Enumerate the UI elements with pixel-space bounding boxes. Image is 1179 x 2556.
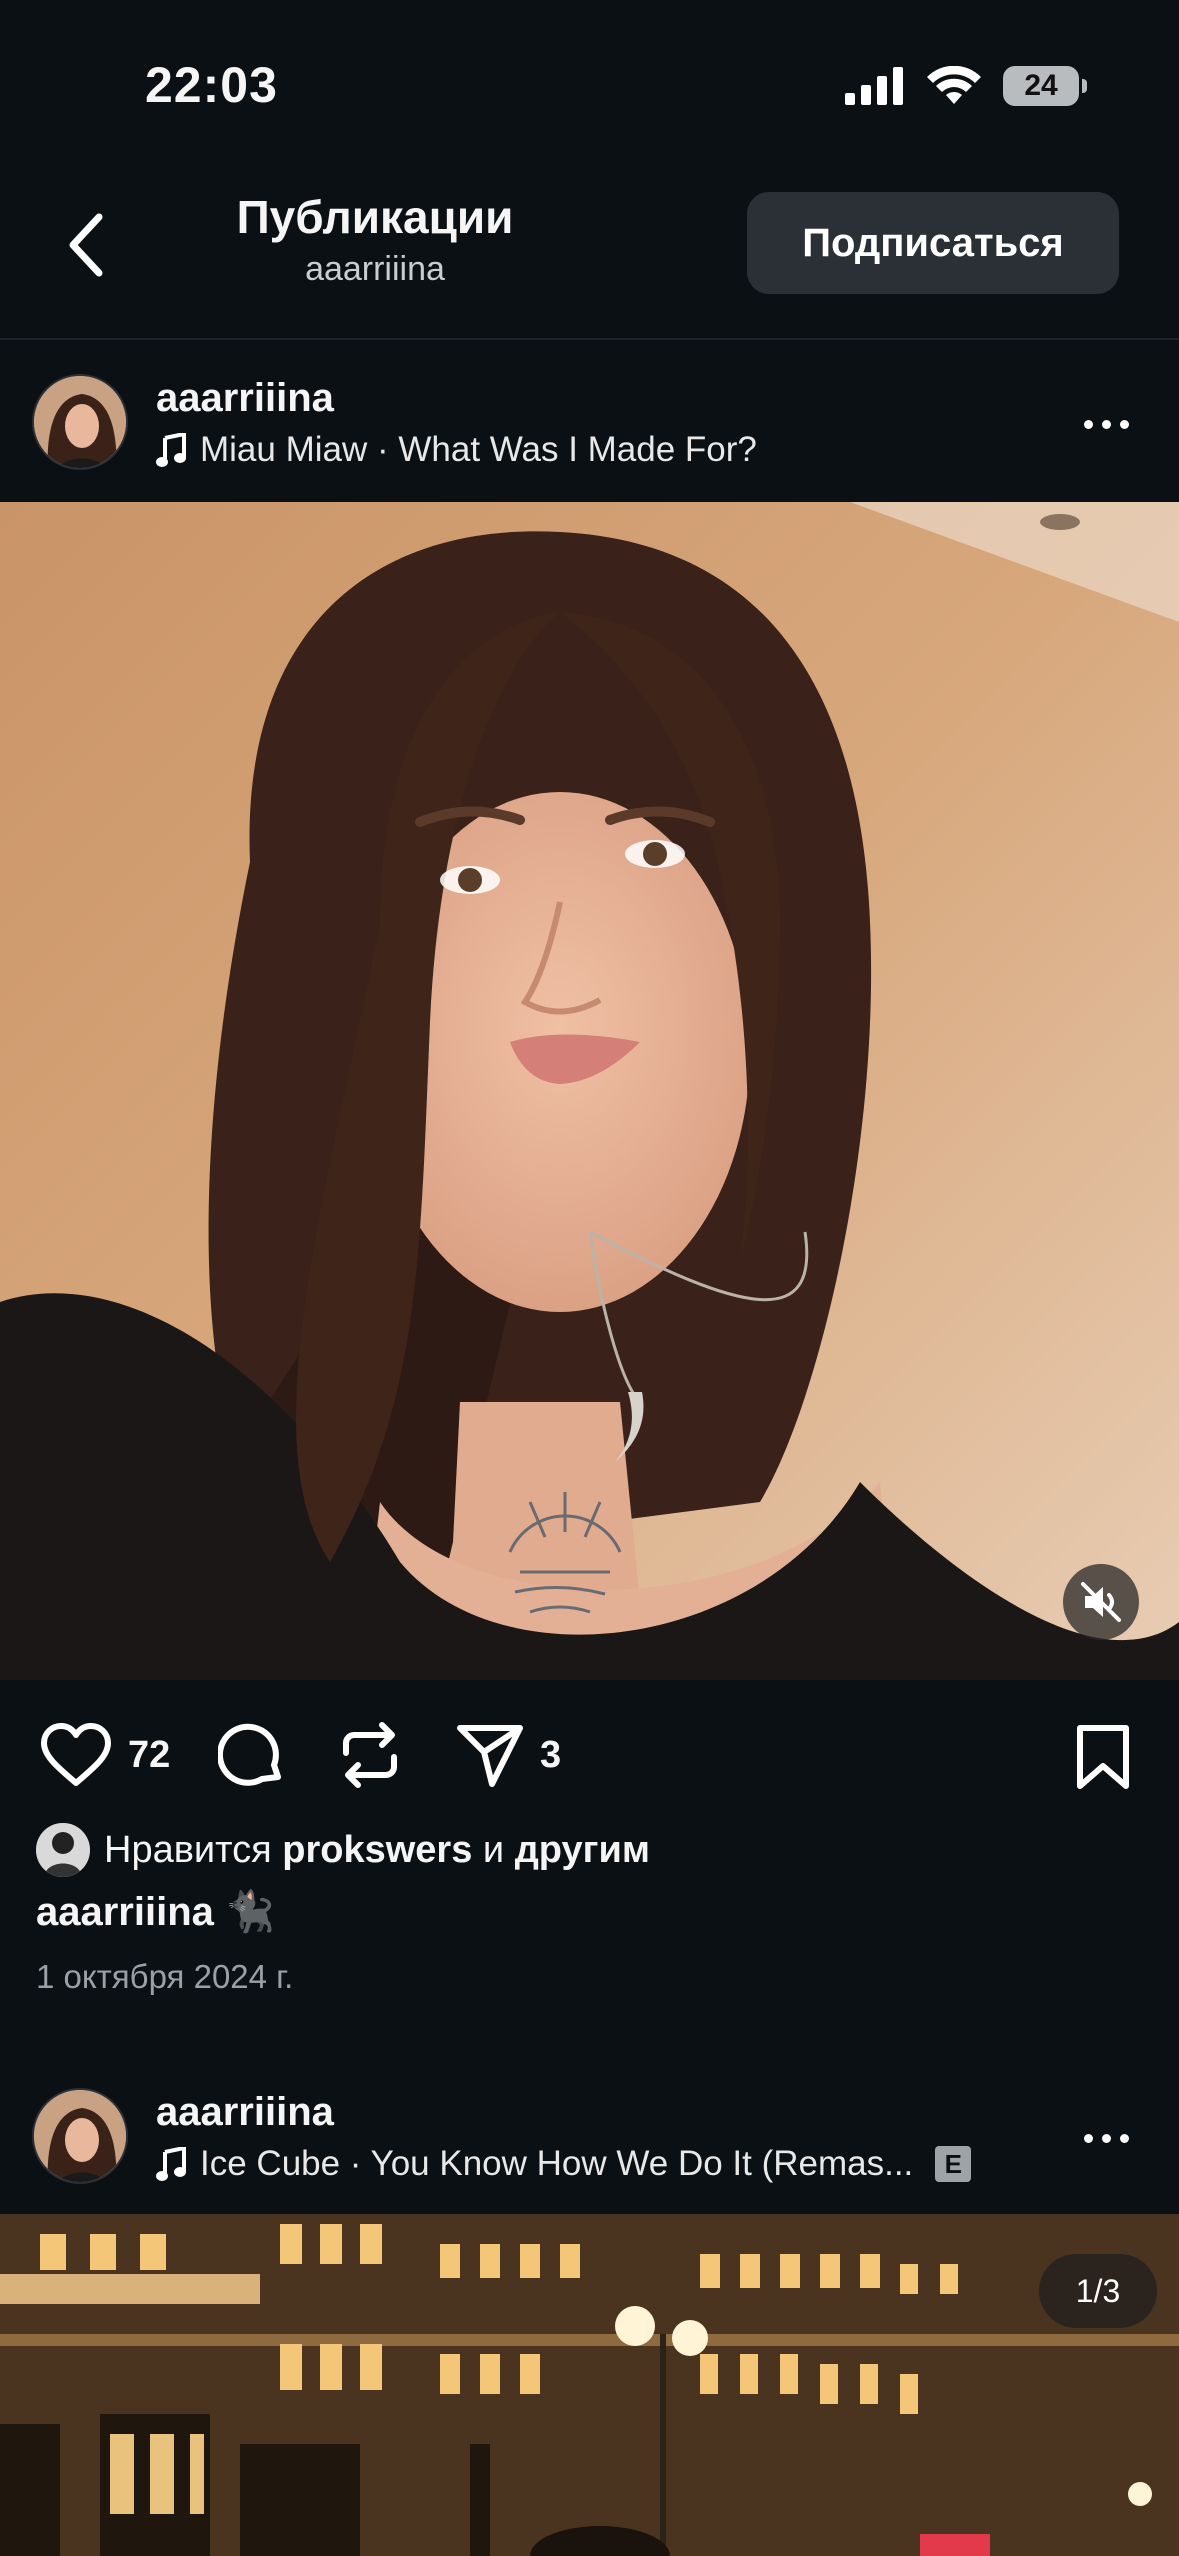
- post-actions: 72 3: [0, 1700, 1179, 1810]
- battery-level: 24: [1024, 69, 1058, 102]
- music-note-icon: [156, 2147, 186, 2181]
- bookmark-button[interactable]: [1075, 1724, 1131, 1795]
- post-username[interactable]: aaarriiina: [156, 376, 334, 421]
- post-caption: aaarriiina 🐈‍⬛: [36, 1890, 275, 1934]
- avatar[interactable]: [32, 2088, 128, 2184]
- chevron-left-icon: [69, 213, 103, 277]
- repost-icon: [343, 1722, 397, 1788]
- more-options-icon[interactable]: [1071, 2118, 1141, 2158]
- liked-by-middle: и: [472, 1828, 515, 1871]
- post-media-2[interactable]: 1/3: [0, 2214, 1179, 2556]
- page-indicator: 1/3: [1039, 2254, 1157, 2328]
- heart-icon: [41, 1723, 111, 1786]
- screen: 22:03 24 Публикации aaarriiina Подписать…: [0, 0, 1179, 2556]
- post-header: aaarriiina Miau Miaw · What Was I Made F…: [0, 342, 1179, 502]
- comment-action[interactable]: [218, 1718, 286, 1792]
- back-button[interactable]: [52, 200, 122, 290]
- liker-avatar: [36, 1823, 90, 1877]
- post-username[interactable]: aaarriiina: [156, 2090, 334, 2135]
- music-note-icon: [156, 433, 186, 467]
- post-header-2: aaarriiina Ice Cube · You Know How We Do…: [0, 2056, 1179, 2216]
- status-bar: 22:03 24: [0, 0, 1179, 150]
- subscribe-button[interactable]: Подписаться: [747, 192, 1119, 294]
- post-date: 1 октября 2024 г.: [36, 1958, 294, 1995]
- music-track-label: Ice Cube · You Know How We Do It (Remas.…: [200, 2144, 914, 2183]
- send-icon: [457, 1725, 523, 1787]
- status-time: 22:03: [145, 57, 278, 113]
- post-photo-2: [0, 2214, 1179, 2556]
- liked-by-user[interactable]: prokswers: [282, 1829, 472, 1872]
- bookmark-icon: [1077, 1725, 1129, 1789]
- battery-icon: 24: [1003, 66, 1087, 106]
- top-navigation: Публикации aaarriiina Подписаться: [0, 150, 1179, 340]
- repost-action[interactable]: [338, 1718, 402, 1792]
- more-options-icon[interactable]: [1071, 404, 1141, 444]
- signal-icon: [845, 67, 903, 105]
- liked-by[interactable]: Нравится prokswers и другим: [36, 1822, 650, 1878]
- wifi-icon: [927, 66, 981, 104]
- avatar-image: [34, 2090, 126, 2182]
- likes-count[interactable]: 72: [128, 1734, 170, 1777]
- page-subtitle: aaarriiina: [305, 250, 445, 288]
- page-title: Публикации: [236, 191, 514, 243]
- shares-count: 3: [540, 1733, 562, 1776]
- post-photo: [0, 502, 1179, 1680]
- share-action[interactable]: 3: [456, 1718, 561, 1792]
- post-music[interactable]: Ice Cube · You Know How We Do It (Remas.…: [156, 2144, 972, 2184]
- avatar-image: [34, 376, 126, 468]
- liked-by-others[interactable]: другим: [515, 1829, 650, 1872]
- comment-icon: [218, 1723, 281, 1786]
- mute-button[interactable]: [1063, 1564, 1139, 1640]
- music-track-label: Miau Miaw · What Was I Made For?: [200, 430, 757, 469]
- liked-by-prefix: Нравится: [104, 1828, 283, 1871]
- post-music[interactable]: Miau Miaw · What Was I Made For?: [156, 430, 757, 470]
- speaker-muted-icon: [1081, 1582, 1121, 1622]
- like-action[interactable]: 72: [40, 1718, 170, 1792]
- status-icons: 24: [845, 64, 1087, 108]
- explicit-badge: E: [935, 2146, 972, 2182]
- avatar[interactable]: [32, 374, 128, 470]
- post-media[interactable]: [0, 502, 1179, 1680]
